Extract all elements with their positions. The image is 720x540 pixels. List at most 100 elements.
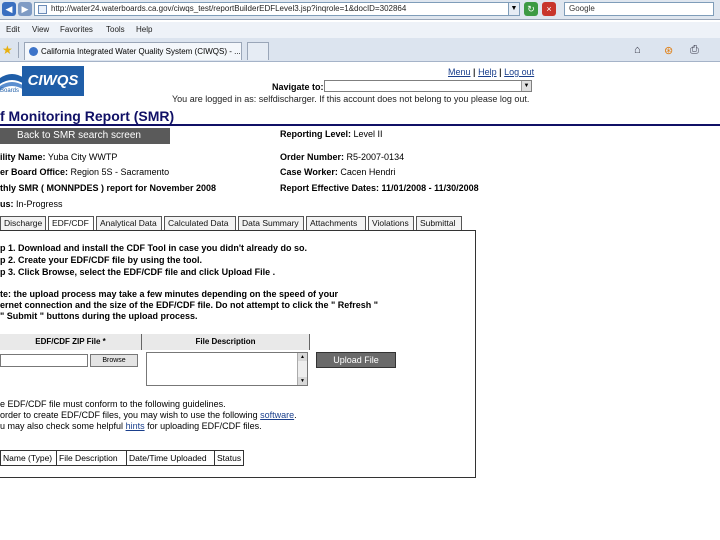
- facility-value: Yuba City WWTP: [47, 152, 118, 162]
- step-1: p 1. Download and install the CDF Tool i…: [0, 243, 308, 253]
- browse-button[interactable]: Browse: [90, 354, 138, 367]
- back-arrow-icon[interactable]: ◀: [2, 2, 16, 16]
- browser-tab[interactable]: California Integrated Water Quality Syst…: [24, 42, 242, 60]
- guideline-3-post: for uploading EDF/CDF files.: [144, 421, 262, 431]
- page-icon: [38, 5, 47, 14]
- menu-tools[interactable]: Tools: [106, 25, 125, 34]
- divider: [18, 42, 19, 58]
- facility-label: ility Name:: [0, 152, 46, 162]
- guideline-3-pre: u may also check some helpful: [0, 421, 126, 431]
- status-label: us:: [0, 199, 14, 209]
- favorites-star-icon[interactable]: ★: [2, 43, 13, 57]
- order-info: Order Number: R5-2007-0134: [280, 152, 404, 162]
- board-info: er Board Office: Region 5S - Sacramento: [0, 167, 169, 177]
- tab-calculated-data[interactable]: Calculated Data: [164, 216, 236, 230]
- address-bar: ◀ ▶ http://water24.waterboards.ca.gov/ci…: [0, 0, 720, 20]
- tab-attachments[interactable]: Attachments: [306, 216, 366, 230]
- scroll-down-icon[interactable]: ▼: [298, 377, 307, 385]
- search-input[interactable]: Google: [564, 2, 714, 16]
- menu-edit[interactable]: Edit: [6, 25, 20, 34]
- upload-note-3: " Submit " buttons during the upload pro…: [0, 311, 198, 321]
- upload-note-1: te: the upload process may take a few mi…: [0, 289, 339, 299]
- logged-in-text: You are logged in as: selfdischarger. If…: [172, 94, 530, 104]
- effective-value: 11/01/2008 - 11/30/2008: [381, 183, 479, 193]
- menu-view[interactable]: View: [32, 25, 49, 34]
- top-links: Menu | Help | Log out: [448, 67, 535, 77]
- logout-link[interactable]: Log out: [504, 67, 534, 77]
- col-name-type: Name (Type): [1, 451, 57, 465]
- reporting-level-label: Reporting Level:: [280, 129, 352, 139]
- status-value: In-Progress: [16, 199, 63, 209]
- logo-caption: Boards: [0, 88, 20, 94]
- tab-analytical-data[interactable]: Analytical Data: [96, 216, 162, 230]
- hints-link[interactable]: hints: [126, 421, 145, 431]
- board-value: Region 5S - Sacramento: [70, 167, 170, 177]
- order-label: Order Number:: [280, 152, 345, 162]
- tab-discharge[interactable]: Discharge: [0, 216, 46, 230]
- menu-bar: Edit View Favorites Tools Help: [0, 22, 720, 38]
- chevron-down-icon[interactable]: ▼: [521, 81, 531, 91]
- textarea-scrollbar[interactable]: ▲ ▼: [297, 353, 307, 385]
- reporting-level-info: Reporting Level: Level II: [280, 129, 383, 139]
- upload-form: EDF/CDF ZIP File * File Description Brow…: [0, 334, 476, 396]
- software-link[interactable]: software: [260, 410, 294, 420]
- new-tab-button[interactable]: [247, 42, 269, 60]
- step-3: p 3. Click Browse, select the EDF/CDF fi…: [0, 267, 276, 277]
- file-description-textarea[interactable]: ▲ ▼: [146, 352, 308, 386]
- globe-icon: [29, 47, 38, 56]
- feeds-icon[interactable]: ⊛: [664, 44, 673, 57]
- col-date-uploaded: Date/Time Uploaded: [127, 451, 215, 465]
- status-info: us: In-Progress: [0, 199, 63, 209]
- reporting-level-value: Level II: [353, 129, 383, 139]
- url-text: http://water24.waterboards.ca.gov/ciwqs_…: [51, 4, 407, 13]
- upload-note-2: ernet connection and the size of the EDF…: [0, 300, 379, 310]
- scroll-up-icon[interactable]: ▲: [298, 353, 307, 361]
- case-worker-label: Case Worker:: [280, 167, 338, 177]
- menu-help[interactable]: Help: [136, 25, 152, 34]
- zip-file-header: EDF/CDF ZIP File *: [0, 334, 142, 350]
- board-label: er Board Office:: [0, 167, 69, 177]
- tab-data-summary[interactable]: Data Summary: [238, 216, 304, 230]
- uploaded-files-table: Name (Type) File Description Date/Time U…: [0, 450, 244, 466]
- effective-dates-info: Report Effective Dates: 11/01/2008 - 11/…: [280, 183, 479, 193]
- menu-link[interactable]: Menu: [448, 67, 471, 77]
- stop-icon[interactable]: ×: [542, 2, 556, 16]
- zip-file-input[interactable]: [0, 354, 88, 367]
- facility-info: ility Name: Yuba City WWTP: [0, 152, 117, 162]
- guideline-3: u may also check some helpful hints for …: [0, 421, 262, 431]
- case-worker-value: Cacen Hendri: [340, 167, 396, 177]
- address-dropdown-icon[interactable]: ▼: [508, 2, 520, 16]
- guideline-2-pre: order to create EDF/CDF files, you may w…: [0, 410, 261, 420]
- navigate-select[interactable]: ▼: [324, 80, 532, 92]
- upload-file-button[interactable]: Upload File: [316, 352, 396, 368]
- tab-edf-cdf[interactable]: EDF/CDF: [48, 216, 94, 230]
- guideline-1-text: e EDF/CDF file must conform to the follo…: [0, 399, 226, 409]
- home-icon[interactable]: ⌂: [634, 44, 641, 56]
- forward-arrow-icon[interactable]: ▶: [18, 2, 32, 16]
- guideline-1: e EDF/CDF file must conform to the follo…: [0, 399, 226, 409]
- page-title: f Monitoring Report (SMR): [0, 108, 175, 124]
- refresh-icon[interactable]: ↻: [524, 2, 538, 16]
- col-file-description: File Description: [57, 451, 127, 465]
- ciwqs-logo[interactable]: CIWQS: [22, 66, 84, 96]
- print-icon[interactable]: ⎙: [690, 44, 699, 57]
- case-worker-info: Case Worker: Cacen Hendri: [280, 167, 395, 177]
- effective-label: Report Effective Dates:: [280, 183, 380, 193]
- col-status: Status: [217, 453, 242, 463]
- url-input[interactable]: http://water24.waterboards.ca.gov/ciwqs_…: [34, 2, 518, 16]
- step-2: p 2. Create your EDF/CDF file by using t…: [0, 255, 203, 265]
- title-divider: [0, 124, 720, 126]
- help-link[interactable]: Help: [478, 67, 497, 77]
- file-description-header: File Description: [142, 334, 310, 350]
- browser-tab-bar: ★ California Integrated Water Quality Sy…: [0, 38, 720, 62]
- report-desc: thly SMR ( MONNPDES ) report for Novembe…: [0, 183, 217, 193]
- browser-tab-title: California Integrated Water Quality Syst…: [41, 47, 241, 56]
- tab-violations[interactable]: Violations: [368, 216, 414, 230]
- navigate-label: Navigate to:: [272, 82, 324, 92]
- menu-favorites[interactable]: Favorites: [60, 25, 93, 34]
- order-value: R5-2007-0134: [346, 152, 405, 162]
- tab-submittal[interactable]: Submittal: [416, 216, 462, 230]
- back-to-search-button[interactable]: Back to SMR search screen: [0, 128, 170, 144]
- report-description: thly SMR ( MONNPDES ) report for Novembe…: [0, 183, 216, 193]
- guideline-2-post: .: [294, 410, 297, 420]
